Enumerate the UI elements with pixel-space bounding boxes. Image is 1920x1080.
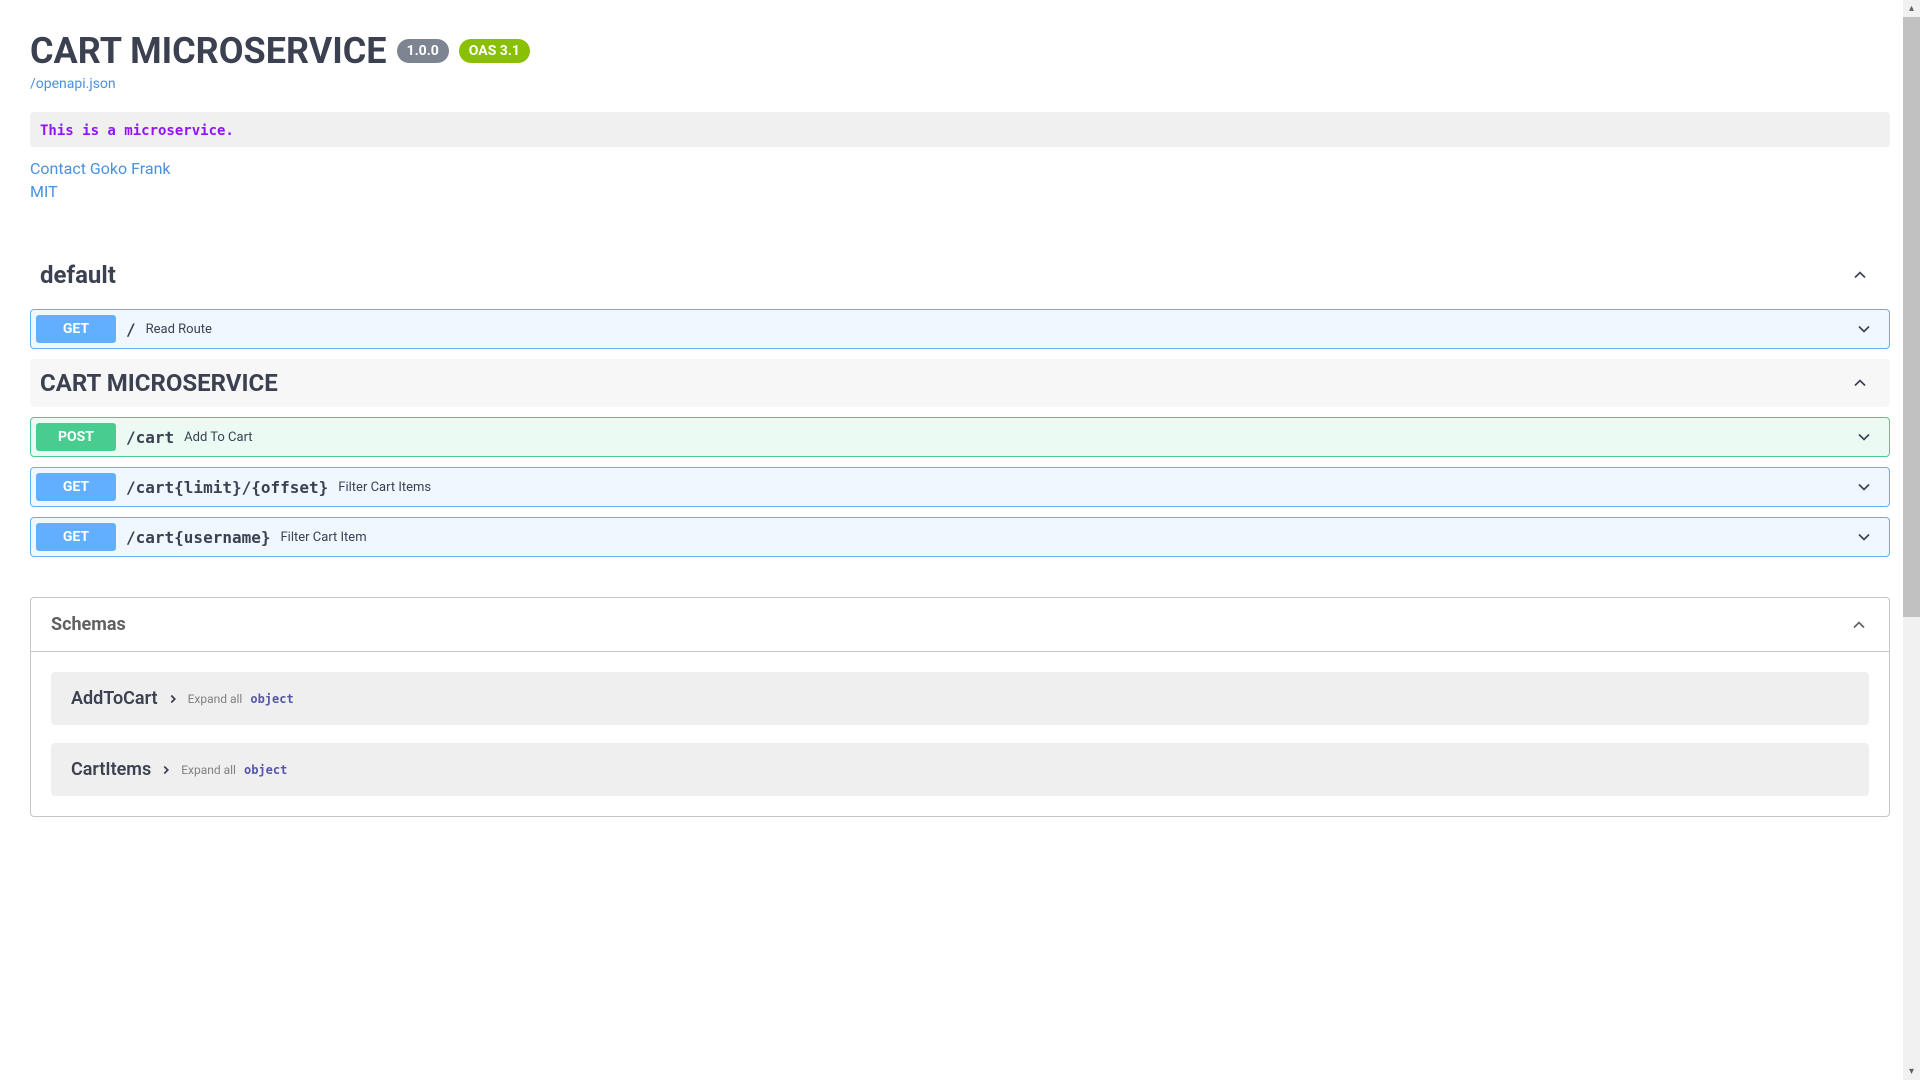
- schemas-header[interactable]: Schemas: [31, 598, 1889, 651]
- operation-path: /cart{limit}/{offset}: [126, 478, 328, 497]
- chevron-up-icon: [1849, 615, 1869, 635]
- chevron-up-icon: [1850, 373, 1870, 393]
- method-badge: GET: [36, 523, 116, 551]
- license-link[interactable]: MIT: [30, 182, 1890, 201]
- operation-path: /: [126, 320, 136, 339]
- expand-all-button[interactable]: Expand all: [188, 692, 243, 706]
- schema-type: object: [244, 763, 287, 777]
- schema-cartitems[interactable]: CartItems Expand all object: [51, 743, 1869, 796]
- operation-path: /cart: [126, 428, 174, 447]
- operation-summary: Add To Cart: [184, 430, 252, 445]
- operation-summary: Filter Cart Item: [281, 530, 367, 545]
- chevron-right-icon: [159, 763, 173, 777]
- operation-left: GET /cart{username} Filter Cart Item: [36, 523, 367, 551]
- spec-url-link[interactable]: /openapi.json: [30, 76, 116, 92]
- expand-all-button[interactable]: Expand all: [181, 763, 236, 777]
- scrollbar-down-arrow-icon[interactable]: ▾: [1903, 1063, 1920, 1080]
- api-header: CART MICROSERVICE 1.0.0 OAS 3.1 /openapi…: [30, 30, 1890, 92]
- tag-name: default: [40, 261, 116, 289]
- schemas-section: Schemas AddToCart Expand all object Cart…: [30, 597, 1890, 817]
- title-row: CART MICROSERVICE 1.0.0 OAS 3.1: [30, 30, 1890, 72]
- scrollbar-thumb[interactable]: [1903, 17, 1920, 617]
- operation-get-filter-cart-items[interactable]: GET /cart{limit}/{offset} Filter Cart It…: [30, 467, 1890, 507]
- chevron-down-icon: [1854, 319, 1874, 339]
- api-title: CART MICROSERVICE: [30, 30, 387, 72]
- tag-header-cart-microservice[interactable]: CART MICROSERVICE: [30, 359, 1890, 407]
- oas-badge: OAS 3.1: [459, 39, 530, 63]
- schema-type: object: [250, 692, 293, 706]
- method-badge: GET: [36, 473, 116, 501]
- vertical-scrollbar[interactable]: ▴ ▾: [1903, 0, 1920, 1080]
- operations-container: default GET / Read Route CART MICROSERVI…: [30, 251, 1890, 557]
- schema-addtocart[interactable]: AddToCart Expand all object: [51, 672, 1869, 725]
- schemas-title: Schemas: [51, 614, 126, 635]
- schemas-body: AddToCart Expand all object CartItems Ex…: [31, 651, 1889, 816]
- method-badge: GET: [36, 315, 116, 343]
- chevron-down-icon: [1854, 477, 1874, 497]
- operation-get-read-route[interactable]: GET / Read Route: [30, 309, 1890, 349]
- api-description: This is a microservice.: [30, 112, 1890, 147]
- chevron-down-icon: [1854, 527, 1874, 547]
- operation-path: /cart{username}: [126, 528, 271, 547]
- chevron-up-icon: [1850, 265, 1870, 285]
- description-text: This is a microservice.: [40, 123, 234, 139]
- operation-left: POST /cart Add To Cart: [36, 423, 253, 451]
- schema-name: AddToCart: [71, 688, 158, 709]
- operation-get-filter-cart-item[interactable]: GET /cart{username} Filter Cart Item: [30, 517, 1890, 557]
- operation-post-add-to-cart[interactable]: POST /cart Add To Cart: [30, 417, 1890, 457]
- tag-name: CART MICROSERVICE: [40, 369, 278, 397]
- chevron-down-icon: [1854, 427, 1874, 447]
- operation-left: GET /cart{limit}/{offset} Filter Cart It…: [36, 473, 431, 501]
- chevron-right-icon: [166, 692, 180, 706]
- operation-summary: Read Route: [146, 322, 212, 337]
- scrollbar-up-arrow-icon[interactable]: ▴: [1903, 0, 1920, 17]
- tag-header-default[interactable]: default: [30, 251, 1890, 299]
- schema-name: CartItems: [71, 759, 151, 780]
- contact-link[interactable]: Contact Goko Frank: [30, 159, 1890, 178]
- version-badge: 1.0.0: [397, 39, 449, 63]
- operation-left: GET / Read Route: [36, 315, 212, 343]
- operation-summary: Filter Cart Items: [338, 480, 431, 495]
- method-badge: POST: [36, 423, 116, 451]
